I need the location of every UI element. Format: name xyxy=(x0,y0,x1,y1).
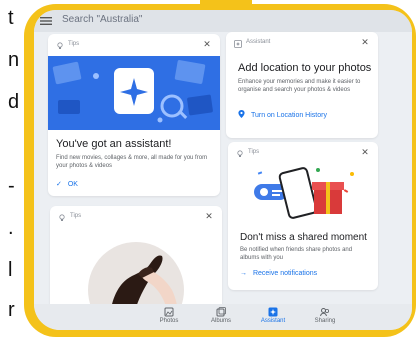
shared-moment-card: Tips ✕ Don't miss a shared moment Be not… xyxy=(228,142,378,290)
turn-on-location-button[interactable]: Turn on Location History xyxy=(238,110,327,119)
nav-label: Assistant xyxy=(260,318,286,324)
side-text-line: - xyxy=(8,175,15,197)
turn-on-location-label: Turn on Location History xyxy=(250,112,327,119)
card-title: Add location to your photos xyxy=(238,62,372,74)
card-header: Tips ✕ xyxy=(58,211,214,224)
card-description: Enhance your memories and make it easier… xyxy=(238,79,361,93)
nav-label: Photos xyxy=(159,318,179,324)
lightbulb-icon xyxy=(59,214,65,221)
card-description: Find new movies, collages & more, all ma… xyxy=(56,155,208,169)
holding-hands-illustration xyxy=(88,242,184,316)
nav-albums[interactable]: Albums xyxy=(196,307,246,329)
assistant-intro-card: Tips ✕ You've got an assistant! Find new… xyxy=(48,34,220,196)
close-icon[interactable]: ✕ xyxy=(202,39,212,49)
card-header: Tips ✕ xyxy=(236,147,370,160)
side-text-line: l xyxy=(8,259,13,281)
assistant-banner-illustration xyxy=(48,56,220,130)
sharing-icon xyxy=(320,308,330,317)
receive-notifications-label: Receive notifications xyxy=(252,270,318,277)
nav-assistant[interactable]: Assistant xyxy=(248,307,298,329)
menu-icon[interactable] xyxy=(40,16,52,26)
location-pin-icon xyxy=(238,110,245,118)
lightbulb-icon xyxy=(57,42,63,49)
search-bar[interactable]: Search "Australia" xyxy=(34,10,412,32)
close-icon[interactable]: ✕ xyxy=(360,37,370,47)
assistant-icon xyxy=(234,40,242,48)
card-header: Assistant ✕ xyxy=(234,37,370,50)
photos-icon xyxy=(164,307,174,317)
close-icon[interactable]: ✕ xyxy=(204,211,214,221)
nav-label: Sharing xyxy=(314,318,336,324)
card-tag: Tips xyxy=(248,149,260,155)
side-text-line: n xyxy=(8,49,20,71)
search-input[interactable]: Search "Australia" xyxy=(62,14,142,25)
card-tag: Tips xyxy=(70,213,82,219)
location-card: Assistant ✕ Add location to your photos … xyxy=(226,32,378,138)
nav-label: Albums xyxy=(210,318,231,324)
hands-tip-card: Tips ✕ xyxy=(50,206,222,316)
check-icon: ✓ xyxy=(56,181,62,188)
assistant-icon xyxy=(268,307,278,317)
arrow-right-icon: → xyxy=(240,270,247,277)
side-text-line: d xyxy=(8,91,20,113)
side-text-line: . xyxy=(8,217,14,239)
nav-photos[interactable]: Photos xyxy=(144,307,194,329)
close-icon[interactable]: ✕ xyxy=(360,147,370,157)
side-text-line: t xyxy=(8,7,14,29)
device-screen: Search "Australia" Tips ✕ You've got an … xyxy=(34,10,412,330)
lightbulb-icon xyxy=(237,150,243,157)
card-tag: Assistant xyxy=(246,39,271,45)
card-tag: Tips xyxy=(68,41,80,47)
shared-moment-illustration xyxy=(254,167,354,219)
card-title: Don't miss a shared moment xyxy=(240,232,367,243)
card-header: Tips ✕ xyxy=(56,39,212,52)
nav-sharing[interactable]: Sharing xyxy=(300,307,350,329)
card-description: Be notified when friends share photos an… xyxy=(240,247,353,261)
side-text-line: r xyxy=(8,299,15,321)
ok-button[interactable]: ✓ OK xyxy=(56,180,78,188)
albums-icon xyxy=(216,307,226,317)
slide: t n d - . l r Search "Australia" Tips ✕ … xyxy=(0,0,416,337)
ok-label: OK xyxy=(67,181,78,188)
card-title: You've got an assistant! xyxy=(56,138,172,150)
bottom-navigation: Photos Albums Assistant Sharing xyxy=(34,304,412,330)
receive-notifications-button[interactable]: → Receive notifications xyxy=(240,270,317,277)
